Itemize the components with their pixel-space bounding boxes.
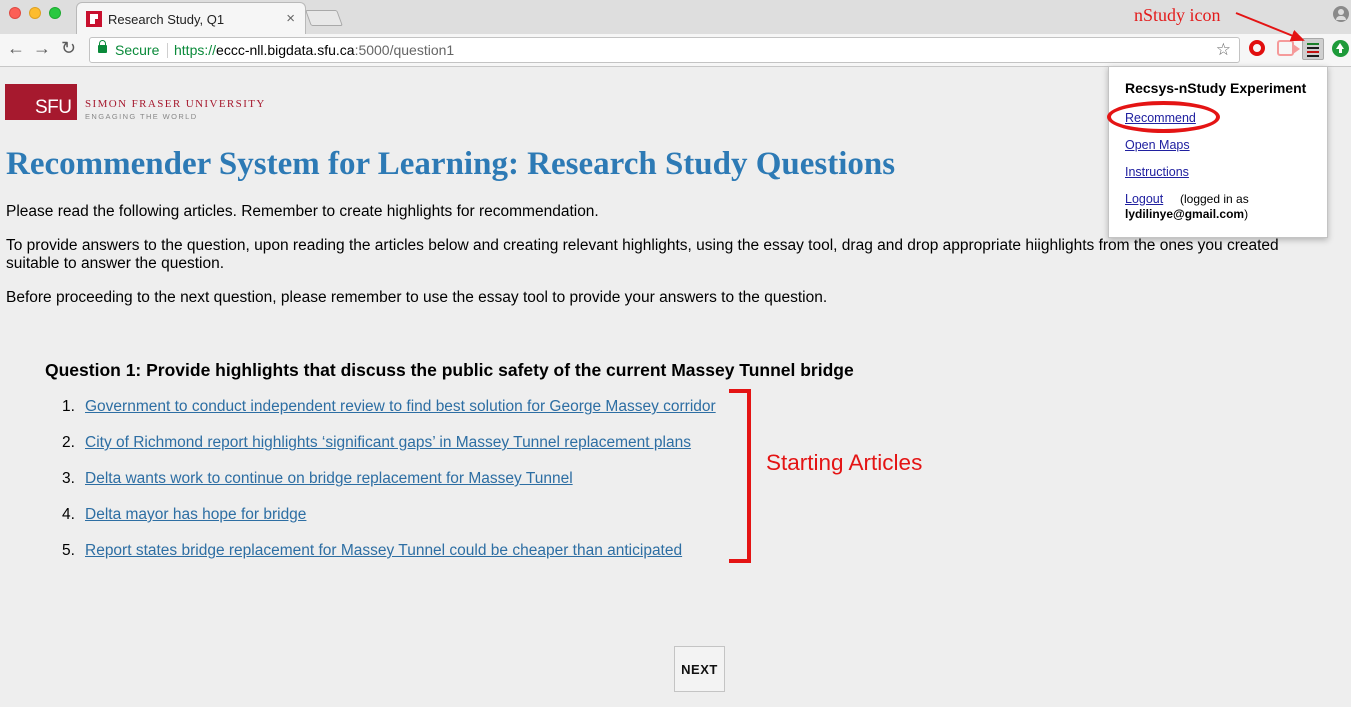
back-arrow-icon[interactable]: ← bbox=[7, 38, 25, 59]
url-text[interactable]: https://eccc-nll.bigdata.sfu.ca:5000/que… bbox=[174, 42, 454, 58]
upload-extension-icon[interactable] bbox=[1332, 40, 1349, 57]
url-path: :5000/question1 bbox=[354, 42, 455, 58]
article-number: 3. bbox=[62, 470, 75, 487]
starting-articles-annotation: Starting Articles bbox=[766, 450, 923, 475]
logged-in-label: (logged in as bbox=[1180, 192, 1249, 206]
article-link[interactable]: Government to conduct independent review… bbox=[85, 398, 716, 415]
logout-link[interactable]: Logout bbox=[1125, 192, 1163, 206]
recommend-highlight-ellipse bbox=[1107, 101, 1220, 133]
address-separator bbox=[167, 43, 168, 58]
list-item: 1. Government to conduct independent revi… bbox=[62, 398, 716, 434]
instructions-link[interactable]: Instructions bbox=[1125, 165, 1189, 179]
close-window-button[interactable] bbox=[9, 7, 21, 19]
question-heading: Question 1: Provide highlights that disc… bbox=[45, 360, 854, 380]
article-link[interactable]: Report states bridge replacement for Mas… bbox=[85, 542, 682, 559]
profile-icon[interactable] bbox=[1333, 6, 1349, 22]
page-title: Recommender System for Learning: Researc… bbox=[6, 146, 896, 182]
user-email: lydilinye@gmail.com) bbox=[1125, 207, 1248, 221]
nstudy-extension-icon[interactable] bbox=[1302, 38, 1324, 60]
browser-toolbar: ← → ↻ Secure https://eccc-nll.bigdata.sf… bbox=[0, 34, 1351, 67]
open-maps-link[interactable]: Open Maps bbox=[1125, 138, 1190, 152]
article-list: 1. Government to conduct independent revi… bbox=[62, 398, 716, 578]
lock-icon bbox=[98, 40, 107, 53]
user-email-close-paren: ) bbox=[1244, 207, 1249, 221]
url-scheme: https:// bbox=[174, 42, 217, 58]
list-item: 5. Report states bridge replacement for M… bbox=[62, 542, 716, 578]
address-bar[interactable]: Secure https://eccc-nll.bigdata.sfu.ca:5… bbox=[89, 37, 1240, 63]
article-link[interactable]: City of Richmond report highlights ‘sign… bbox=[85, 434, 691, 451]
forward-arrow-icon[interactable]: → bbox=[33, 38, 51, 59]
tab-close-icon[interactable]: × bbox=[286, 10, 295, 27]
browser-tab[interactable]: Research Study, Q1 × bbox=[76, 2, 306, 34]
intro-paragraph-2: To provide answers to the question, upon… bbox=[6, 237, 1279, 272]
bookmark-star-icon[interactable]: ☆ bbox=[1216, 40, 1231, 60]
user-email-address: lydilinye@gmail.com bbox=[1125, 207, 1245, 221]
list-item: 3. Delta wants work to continue on bridge… bbox=[62, 470, 716, 506]
maximize-window-button[interactable] bbox=[49, 7, 61, 19]
starting-articles-bracket bbox=[729, 389, 751, 563]
minimize-window-button[interactable] bbox=[29, 7, 41, 19]
sfu-logo-text: SFU bbox=[35, 97, 72, 118]
article-number: 1. bbox=[62, 398, 75, 415]
secure-label: Secure bbox=[115, 42, 160, 58]
article-link[interactable]: Delta wants work to continue on bridge r… bbox=[85, 470, 573, 487]
nstudy-popup: Recsys-nStudy Experiment Recommend Open … bbox=[1108, 66, 1328, 238]
new-tab-button[interactable] bbox=[305, 10, 343, 26]
url-host: eccc-nll.bigdata.sfu.ca bbox=[216, 42, 355, 58]
sfu-logo: SFU bbox=[5, 84, 77, 120]
university-tagline: ENGAGING THE WORLD bbox=[85, 112, 198, 121]
opera-extension-icon[interactable] bbox=[1249, 40, 1265, 56]
article-link[interactable]: Delta mayor has hope for bridge bbox=[85, 506, 306, 523]
list-item: 4. Delta mayor has hope for bridge bbox=[62, 506, 716, 542]
sfu-favicon-icon bbox=[86, 11, 102, 27]
article-number: 2. bbox=[62, 434, 75, 451]
article-number: 4. bbox=[62, 506, 75, 523]
popup-title: Recsys-nStudy Experiment bbox=[1125, 80, 1307, 96]
share-extension-icon[interactable] bbox=[1277, 40, 1300, 56]
reload-icon[interactable]: ↻ bbox=[61, 38, 76, 59]
next-button[interactable]: NEXT bbox=[674, 646, 725, 692]
article-number: 5. bbox=[62, 542, 75, 559]
nstudy-icon-annotation: nStudy icon bbox=[1134, 5, 1221, 25]
university-name: SIMON FRASER UNIVERSITY bbox=[85, 98, 266, 110]
list-item: 2. City of Richmond report highlights ‘si… bbox=[62, 434, 716, 470]
intro-paragraph-3: Before proceeding to the next question, … bbox=[6, 289, 828, 306]
tab-title: Research Study, Q1 bbox=[108, 12, 225, 27]
